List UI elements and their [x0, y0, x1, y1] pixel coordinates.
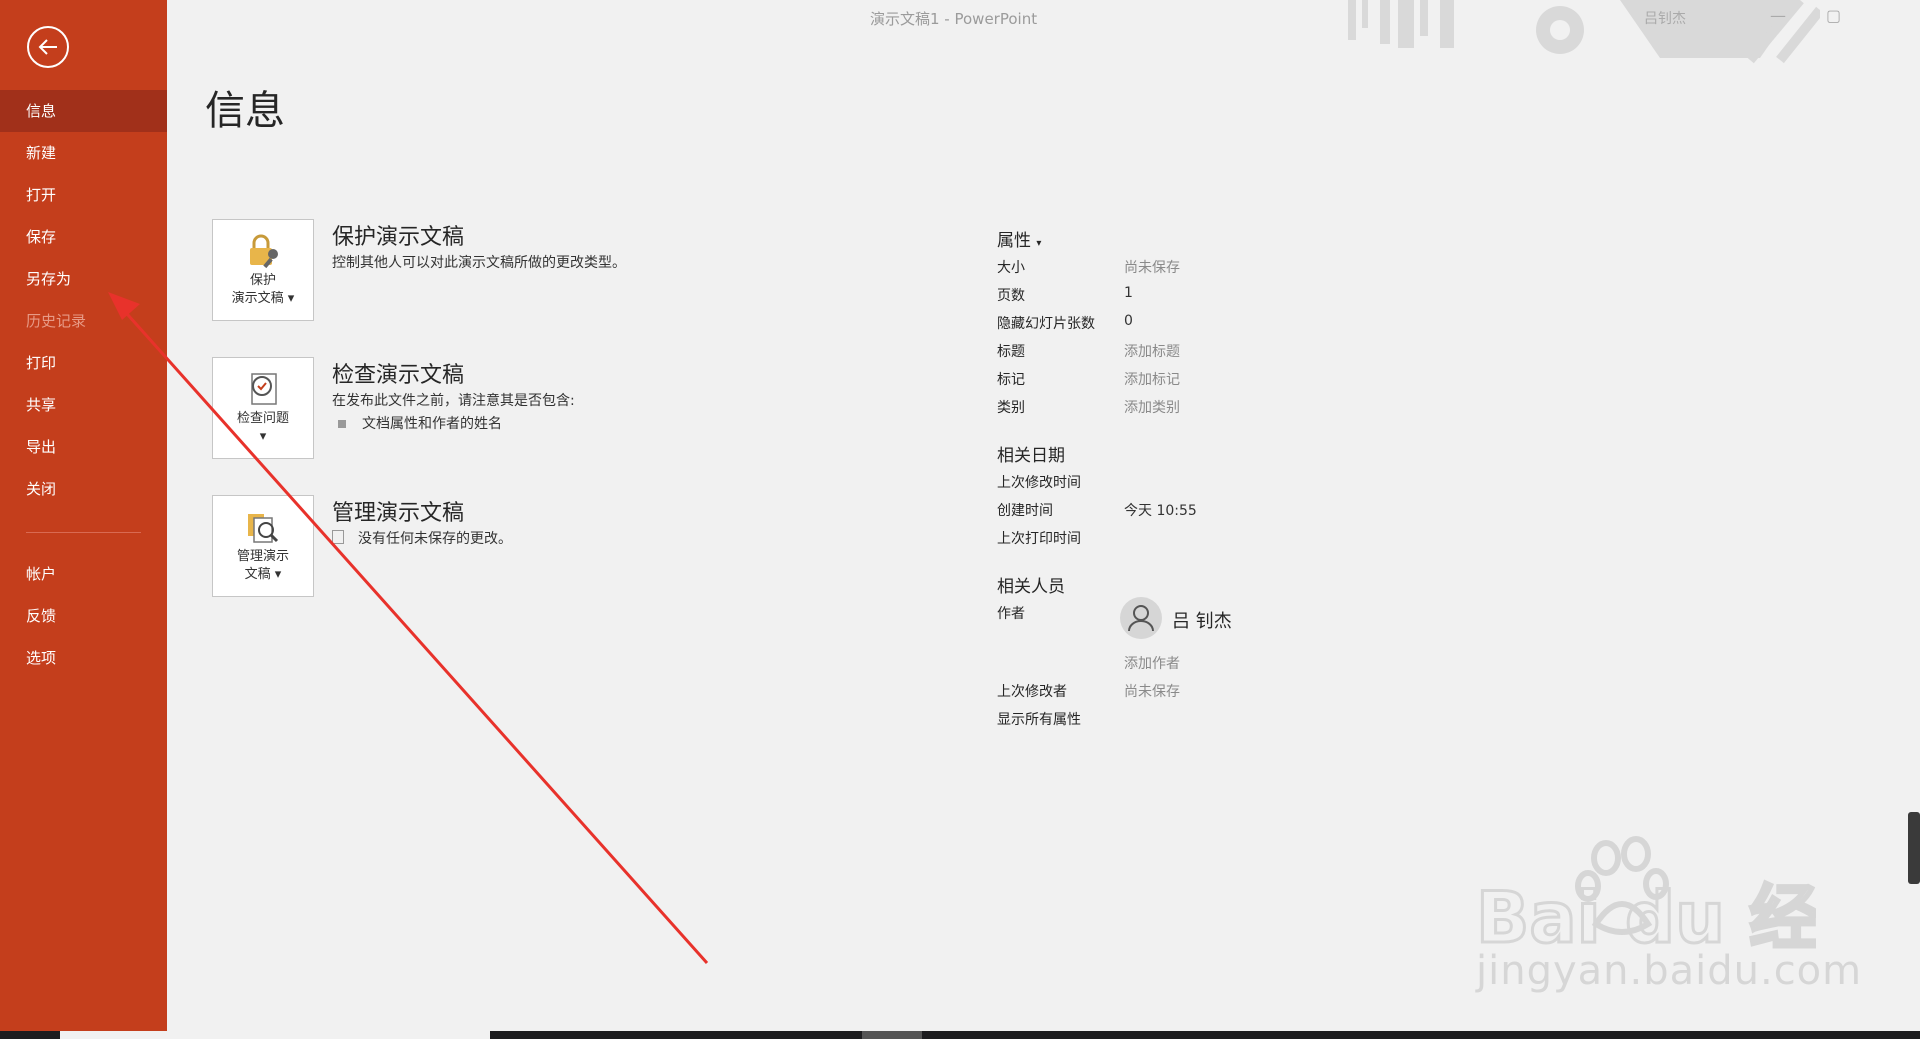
taskbar-strip: [0, 1031, 1920, 1039]
watermark-url: jingyan.baidu.com: [1476, 948, 1863, 994]
baidu-paw-watermark: Bai du 经验: [1476, 836, 1816, 952]
scrollbar-handle[interactable]: [1908, 812, 1920, 884]
watermark-brand: Bai du 经验: [1476, 877, 1816, 952]
taskbar-segment: [862, 1031, 922, 1039]
taskbar-segment: [60, 1031, 490, 1039]
